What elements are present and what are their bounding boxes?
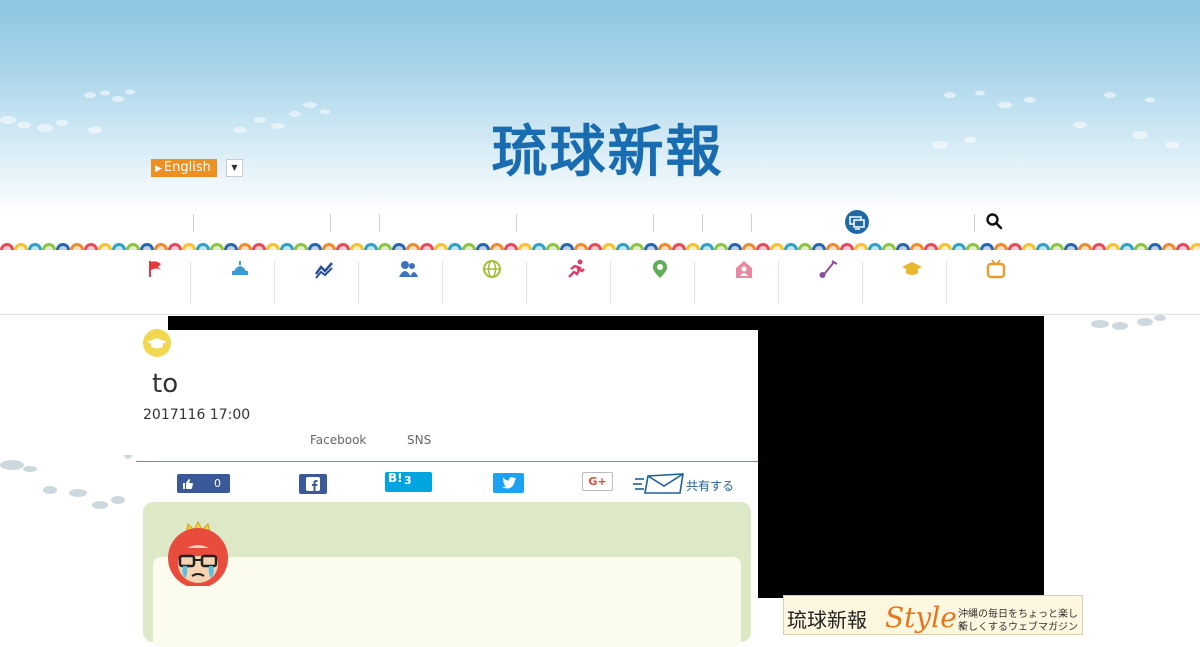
language-dropdown-toggle[interactable]: ▼ bbox=[226, 159, 243, 177]
share-sns-label: SNS bbox=[407, 433, 432, 447]
wave-pattern bbox=[0, 241, 1200, 250]
like-count: 0 bbox=[214, 477, 221, 490]
site-logo[interactable]: 琉球新報 bbox=[455, 120, 760, 184]
share-label[interactable]: 共有する bbox=[686, 477, 734, 494]
facebook-icon bbox=[306, 477, 320, 491]
fish-decoration-icon bbox=[0, 455, 132, 509]
facebook-share-button[interactable] bbox=[299, 474, 327, 494]
twitter-share-button[interactable] bbox=[493, 473, 524, 493]
share-facebook-label: Facebook bbox=[310, 433, 367, 447]
category-divider bbox=[862, 262, 863, 303]
top-nav-divider bbox=[516, 214, 517, 232]
hatena-count: 3 bbox=[404, 474, 412, 487]
sidebar-ad[interactable] bbox=[758, 316, 1044, 598]
top-nav-divider bbox=[193, 214, 194, 232]
education-cap-icon[interactable] bbox=[902, 259, 922, 279]
life-house-icon[interactable] bbox=[734, 259, 754, 279]
article-date: 2017116 17:00 bbox=[143, 407, 251, 423]
top-nav-divider bbox=[379, 214, 380, 232]
category-divider bbox=[778, 262, 779, 303]
top-nav-divider bbox=[974, 214, 975, 232]
category-divider bbox=[190, 262, 191, 303]
fish-decoration-icon bbox=[0, 89, 135, 134]
language-button[interactable]: ▶ English bbox=[151, 159, 217, 177]
category-divider bbox=[610, 262, 611, 303]
graduation-cap-icon[interactable] bbox=[143, 329, 171, 357]
flag-icon[interactable] bbox=[146, 259, 166, 279]
sports-icon[interactable] bbox=[566, 259, 586, 279]
fish-decoration-icon bbox=[932, 90, 1179, 149]
crying-king-avatar-icon bbox=[168, 520, 228, 586]
google-plus-button[interactable]: G+ bbox=[582, 472, 613, 491]
banner-style-word: Style bbox=[885, 601, 957, 634]
category-divider bbox=[694, 262, 695, 303]
people-icon[interactable] bbox=[398, 259, 418, 279]
banner-brand: 琉球新報 bbox=[787, 608, 867, 632]
category-divider bbox=[946, 262, 947, 303]
style-magazine-banner[interactable]: 琉球新報 Style 沖縄の毎日をちょっと楽しく 新しくするウェブマガジン bbox=[783, 595, 1083, 635]
culture-sanshin-icon[interactable] bbox=[818, 259, 838, 279]
government-icon[interactable] bbox=[230, 259, 250, 279]
comment-bubble bbox=[153, 557, 741, 647]
category-divider bbox=[274, 262, 275, 303]
desktop-icon[interactable] bbox=[845, 210, 869, 234]
fish-decoration-icon bbox=[233, 102, 330, 133]
category-divider bbox=[442, 262, 443, 303]
fish-decoration-icon bbox=[1091, 315, 1166, 330]
top-nav-divider bbox=[330, 214, 331, 232]
category-nav bbox=[0, 250, 1200, 315]
envelope-share-icon[interactable] bbox=[633, 472, 685, 495]
language-label: English bbox=[163, 160, 211, 175]
category-divider bbox=[358, 262, 359, 303]
divider bbox=[136, 461, 758, 462]
thumbs-up-icon bbox=[183, 479, 193, 489]
twitter-icon bbox=[502, 477, 516, 489]
location-pin-icon[interactable] bbox=[650, 259, 670, 279]
economy-chart-icon[interactable] bbox=[314, 259, 334, 279]
top-nav-divider bbox=[653, 214, 654, 232]
top-nav-divider bbox=[751, 214, 752, 232]
hatena-label: B! bbox=[388, 471, 403, 485]
caret-down-icon: ▼ bbox=[231, 163, 238, 172]
category-divider bbox=[526, 262, 527, 303]
world-globe-icon[interactable] bbox=[482, 259, 502, 279]
search-icon[interactable] bbox=[985, 212, 1003, 230]
facebook-like-button[interactable]: 0 bbox=[177, 474, 230, 493]
article-headline: to bbox=[152, 369, 179, 399]
entertainment-tv-icon[interactable] bbox=[986, 259, 1006, 279]
hatena-bookmark-button[interactable]: B! 3 bbox=[385, 471, 432, 492]
play-arrow-icon: ▶ bbox=[155, 164, 162, 174]
banner-tagline: 新しくするウェブマガジン bbox=[958, 622, 1078, 633]
top-nav-divider bbox=[702, 214, 703, 232]
